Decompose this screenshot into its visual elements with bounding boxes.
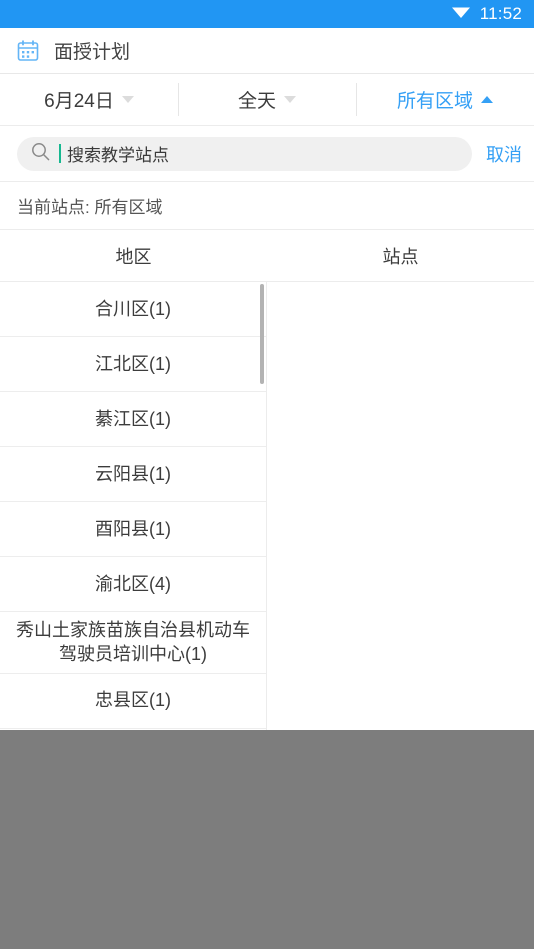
keyboard-dim-overlay — [0, 730, 534, 949]
filter-date-label: 6月24日 — [44, 91, 114, 112]
page-title: 面授计划 — [54, 42, 131, 63]
column-header-station: 站点 — [382, 246, 419, 267]
status-bar-time: 11:52 — [479, 4, 522, 23]
column-header-district: 地区 — [115, 246, 152, 267]
wifi-icon — [451, 4, 471, 24]
search-icon — [31, 142, 50, 166]
list-item[interactable]: 合川区(1) — [0, 282, 266, 337]
app-screen: 11:52 面授计划 6月24日 全天 所有区域 搜索教学站点 取消 当前站点:… — [0, 0, 534, 949]
status-bar: 11:52 — [0, 0, 534, 28]
list-item[interactable]: 江北区(1) — [0, 337, 266, 392]
list-item[interactable]: 忠县区(1) — [0, 674, 266, 729]
text-caret — [59, 144, 61, 163]
filter-bar: 6月24日 全天 所有区域 — [0, 74, 534, 126]
filter-time-label: 全天 — [237, 91, 276, 112]
search-input[interactable]: 搜索教学站点 — [17, 136, 472, 171]
list-item[interactable]: 渝北区(4) — [0, 557, 266, 612]
chevron-down-icon — [284, 96, 296, 103]
status-bar-right: 11:52 — [451, 4, 522, 24]
list-item[interactable]: 秀山土家族苗族自治县机动车驾驶员培训中心(1) — [0, 612, 266, 674]
filter-region[interactable]: 所有区域 — [356, 74, 534, 125]
search-bar: 搜索教学站点 取消 — [0, 126, 534, 182]
column-headers: 地区 站点 — [0, 230, 534, 282]
list-item[interactable]: 酉阳县(1) — [0, 502, 266, 557]
filter-date[interactable]: 6月24日 — [0, 74, 178, 125]
search-placeholder: 搜索教学站点 — [67, 146, 169, 165]
scrollbar-thumb[interactable] — [260, 284, 264, 384]
app-bar: 面授计划 — [0, 28, 534, 74]
chevron-up-icon — [481, 96, 493, 103]
filter-time[interactable]: 全天 — [178, 74, 356, 125]
cancel-button[interactable]: 取消 — [472, 141, 522, 167]
list-item[interactable]: 綦江区(1) — [0, 392, 266, 447]
calendar-icon — [16, 39, 40, 63]
current-station-label: 当前站点: 所有区域 — [0, 182, 534, 230]
filter-region-label: 所有区域 — [396, 91, 473, 112]
list-item[interactable]: 云阳县(1) — [0, 447, 266, 502]
chevron-down-icon — [121, 96, 134, 103]
